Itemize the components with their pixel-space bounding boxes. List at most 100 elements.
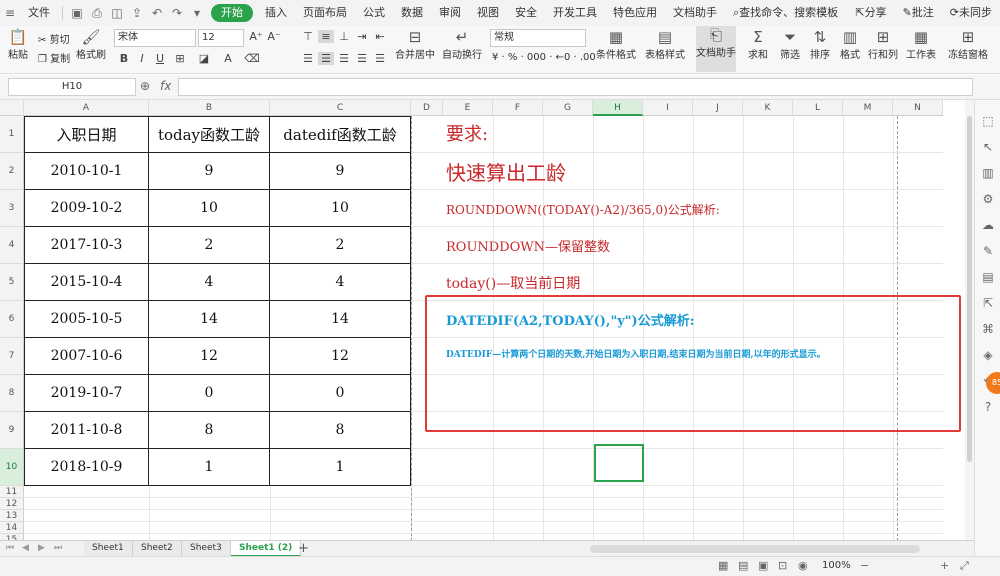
table-cell[interactable]: 2010-10-1: [24, 153, 149, 190]
outdent-icon[interactable]: ⇤: [372, 30, 388, 43]
formula1-explanation[interactable]: ROUNDDOWN((TODAY()-A2)/365,0)公式解析:: [446, 201, 720, 218]
tab-review[interactable]: 审阅: [431, 0, 469, 26]
table-cell[interactable]: 2009-10-2: [24, 190, 149, 227]
column-header-g[interactable]: G: [543, 100, 593, 116]
column-header-e[interactable]: E: [443, 100, 493, 116]
add-sheet-icon[interactable]: +: [298, 541, 309, 556]
sort-button[interactable]: ⇅ 排序: [806, 28, 834, 61]
task-text[interactable]: 快速算出工龄: [446, 157, 566, 186]
formula-input[interactable]: [178, 78, 973, 96]
cut-button[interactable]: ✂ 剪切: [38, 31, 70, 46]
copy-button[interactable]: ❐ 复制: [38, 50, 70, 65]
sheet-tab-2[interactable]: Sheet2: [133, 541, 182, 557]
table-cell[interactable]: 0: [270, 375, 411, 412]
font-size-select[interactable]: 12: [198, 29, 244, 47]
normal-view-icon[interactable]: ▦: [718, 559, 728, 572]
justify-icon[interactable]: ☰: [354, 52, 370, 65]
shrink-font-icon[interactable]: A⁻: [266, 30, 282, 43]
table-cell[interactable]: 4: [270, 264, 411, 301]
fullscreen-icon[interactable]: ⤢: [960, 559, 969, 573]
align-right-icon[interactable]: ☰: [336, 52, 352, 65]
column-header-l[interactable]: L: [793, 100, 843, 116]
column-header-f[interactable]: F: [493, 100, 543, 116]
row-header-12[interactable]: 12: [0, 498, 24, 510]
table-cell[interactable]: 12: [149, 338, 270, 375]
row-header-1[interactable]: 1: [0, 116, 24, 153]
zoom-level[interactable]: 100%: [822, 560, 851, 571]
column-header-d[interactable]: D: [411, 100, 443, 116]
row-header-3[interactable]: 3: [0, 190, 24, 227]
filter-button[interactable]: ⏷ 筛选: [776, 28, 804, 61]
row-header-2[interactable]: 2: [0, 153, 24, 190]
table-cell[interactable]: 2011-10-8: [24, 412, 149, 449]
tab-insert[interactable]: 插入: [257, 0, 295, 26]
share-button[interactable]: ⇱分享: [847, 0, 894, 26]
column-header-i[interactable]: I: [643, 100, 693, 116]
menu-icon[interactable]: ≡: [0, 6, 20, 20]
column-header-b[interactable]: B: [149, 100, 270, 116]
column-header-a[interactable]: A: [24, 100, 149, 116]
indent-icon[interactable]: ⇥: [354, 30, 370, 43]
currency-button[interactable]: ¥ · % · 000 · ←0 · .00: [492, 52, 596, 63]
align-bottom-icon[interactable]: ⊥: [336, 30, 352, 43]
requirement-heading[interactable]: 要求:: [446, 120, 488, 146]
row-header-7[interactable]: 7: [0, 338, 24, 375]
eye-icon[interactable]: ◉: [798, 559, 808, 572]
table-cell[interactable]: 14: [149, 301, 270, 338]
select-all-corner[interactable]: [0, 100, 24, 116]
tab-data[interactable]: 数据: [393, 0, 431, 26]
table-cell[interactable]: 1: [149, 449, 270, 486]
tab-home[interactable]: 开始: [211, 4, 253, 22]
chart-icon[interactable]: ▤: [980, 270, 996, 284]
row-header-9[interactable]: 9: [0, 412, 24, 449]
first-sheet-icon[interactable]: ⏮: [6, 543, 14, 553]
cloud-icon[interactable]: ☁: [980, 218, 996, 232]
command-search[interactable]: ⌕查找命令、搜索模板: [725, 0, 846, 26]
table-cell[interactable]: 2: [270, 227, 411, 264]
sync-button[interactable]: ⟳未同步: [942, 0, 1000, 26]
format-painter-button[interactable]: 🖌 格式刷: [76, 28, 106, 61]
print-icon[interactable]: ⎙: [87, 6, 107, 21]
row-header-4[interactable]: 4: [0, 227, 24, 264]
dropdown-icon[interactable]: ▾: [187, 6, 207, 20]
menu-file[interactable]: 文件: [20, 0, 58, 26]
selected-cell[interactable]: [594, 444, 644, 482]
redo-icon[interactable]: ↷: [167, 6, 187, 20]
freeze-panes-button[interactable]: ⊞ 冻结窗格: [944, 28, 992, 61]
export-icon[interactable]: ⇪: [127, 6, 147, 20]
table-cell[interactable]: 2015-10-4: [24, 264, 149, 301]
wrap-text-button[interactable]: ↵ 自动换行: [442, 28, 482, 61]
today-explanation[interactable]: today()—取当前日期: [446, 273, 580, 293]
font-name-select[interactable]: 宋体: [114, 29, 196, 47]
table-cell[interactable]: 10: [270, 190, 411, 227]
tab-features[interactable]: 特色应用: [605, 0, 665, 26]
sum-button[interactable]: Σ 求和: [744, 28, 772, 61]
merge-center-button[interactable]: ⊟ 合并居中: [394, 28, 436, 61]
table-cell[interactable]: 2018-10-9: [24, 449, 149, 486]
align-top-icon[interactable]: ⊤: [300, 30, 316, 43]
row-header-8[interactable]: 8: [0, 375, 24, 412]
fill-color-icon[interactable]: ◪: [196, 52, 212, 65]
settings-icon[interactable]: ⚙: [980, 192, 996, 206]
prev-sheet-icon[interactable]: ◀: [22, 543, 29, 553]
horizontal-scrollbar[interactable]: [590, 545, 920, 553]
tab-page-layout[interactable]: 页面布局: [295, 0, 355, 26]
name-box[interactable]: H10: [8, 78, 136, 96]
row-header-14[interactable]: 14: [0, 522, 24, 534]
table-header-cell[interactable]: 入职日期: [24, 116, 149, 153]
border-icon[interactable]: ⊞: [172, 52, 188, 65]
column-header-c[interactable]: C: [270, 100, 411, 116]
column-header-n[interactable]: N: [893, 100, 943, 116]
row-header-6[interactable]: 6: [0, 301, 24, 338]
conditional-format-button[interactable]: ▦ 条件格式: [596, 28, 636, 61]
table-cell[interactable]: 2: [149, 227, 270, 264]
zoom-out-icon[interactable]: −: [860, 559, 869, 572]
table-cell[interactable]: 10: [149, 190, 270, 227]
table-cell[interactable]: 8: [270, 412, 411, 449]
table-style-button[interactable]: ▤ 表格样式: [642, 28, 688, 61]
row-header-13[interactable]: 13: [0, 510, 24, 522]
sheet-tab-3[interactable]: Sheet3: [182, 541, 231, 557]
table-cell[interactable]: 9: [149, 153, 270, 190]
align-center-icon[interactable]: ☰: [318, 52, 334, 65]
zoom-in-icon[interactable]: +: [940, 559, 949, 572]
